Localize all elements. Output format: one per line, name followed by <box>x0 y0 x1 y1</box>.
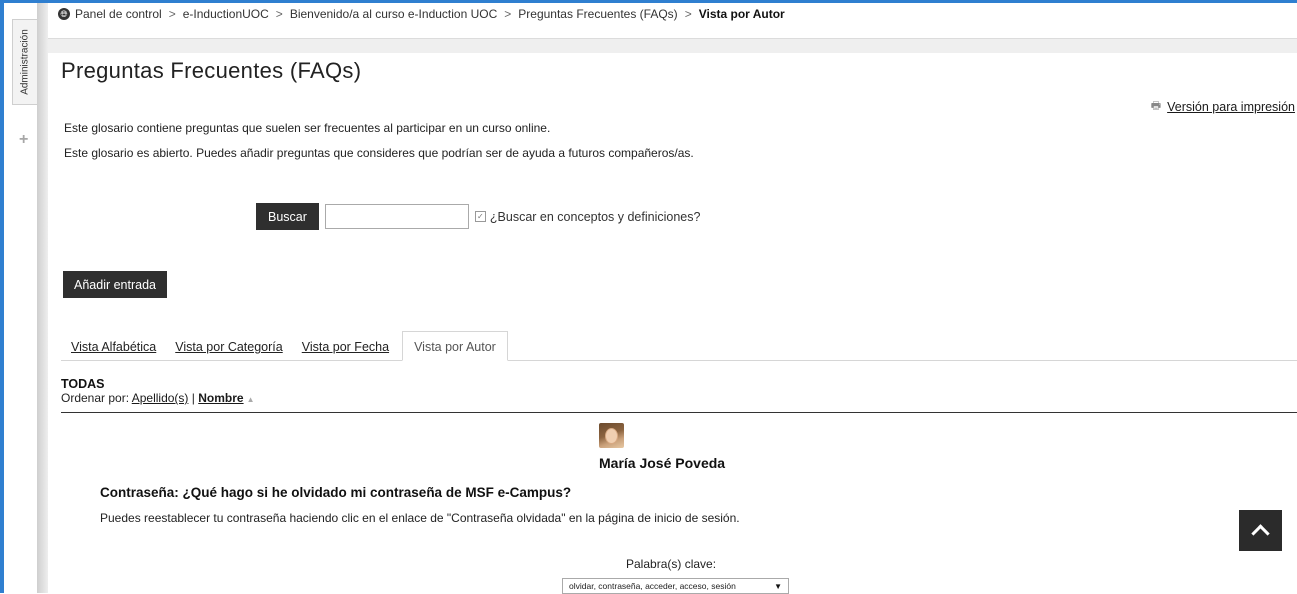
glossary-view-tabs: Vista Alfabética Vista por Categoría Vis… <box>61 328 1297 361</box>
breadcrumb-item-course[interactable]: e-InductionUOC <box>183 7 269 21</box>
keywords-dropdown[interactable]: olvidar, contraseña, acceder, acceso, se… <box>562 578 789 594</box>
sort-separator: | <box>191 391 195 405</box>
breadcrumb-item-faqs[interactable]: Preguntas Frecuentes (FAQs) <box>518 7 677 21</box>
glossary-description: Este glosario contiene preguntas que sue… <box>64 121 551 135</box>
printer-icon: 🖶 <box>1150 100 1162 112</box>
sort-by-surname-link[interactable]: Apellido(s) <box>132 391 189 405</box>
admin-side-strip: Administración + <box>4 3 38 593</box>
administration-tab[interactable]: Administración <box>12 19 38 105</box>
entry-definition: Puedes reestablecer tu contraseña hacien… <box>100 511 740 525</box>
breadcrumb-separator: > <box>275 7 283 21</box>
header-band <box>48 38 1297 53</box>
search-full-text-option[interactable]: ✓ ¿Buscar en conceptos y definiciones? <box>474 209 701 224</box>
author-avatar <box>599 423 624 448</box>
administration-tab-label: Administración <box>19 29 31 95</box>
side-shadow-divider <box>37 3 48 593</box>
sort-ascending-icon: ▲ <box>246 395 255 404</box>
tab-alphabetical[interactable]: Vista Alfabética <box>61 340 165 360</box>
entry-concept: Contraseña: ¿Qué hago si he olvidado mi … <box>100 485 572 500</box>
keywords-selected-value: olvidar, contraseña, acceder, acceso, se… <box>569 581 736 591</box>
breadcrumb-separator: > <box>684 7 692 21</box>
add-entry-button[interactable]: Añadir entrada <box>63 271 168 298</box>
dropdown-arrow-icon: ▼ <box>774 581 782 591</box>
chevron-up-icon <box>1251 524 1270 543</box>
globe-icon: 🌐︎ <box>58 8 70 20</box>
breadcrumb-item-welcome[interactable]: Bienvenido/a al curso e-Induction UOC <box>290 7 497 21</box>
search-full-text-label: ¿Buscar en conceptos y definiciones? <box>489 209 701 224</box>
avatar-face-shape <box>605 428 618 444</box>
tab-by-date[interactable]: Vista por Fecha <box>292 340 398 360</box>
tab-by-author[interactable]: Vista por Autor <box>402 331 508 361</box>
author-filter-all[interactable]: TODAS <box>61 377 105 391</box>
breadcrumb-separator: > <box>504 7 512 21</box>
search-button[interactable]: Buscar <box>256 203 319 230</box>
glossary-open-note: Este glosario es abierto. Puedes añadir … <box>64 146 694 160</box>
print-version-link[interactable]: Versión para impresión <box>1167 100 1295 114</box>
sort-by-name-link[interactable]: Nombre <box>198 391 243 405</box>
sort-controls: Ordenar por: Apellido(s) | Nombre ▲ <box>61 391 255 405</box>
sort-prefix: Ordenar por: <box>61 391 130 405</box>
breadcrumb-separator: > <box>168 7 176 21</box>
search-full-text-checkbox[interactable]: ✓ <box>474 211 486 222</box>
breadcrumb-current: Vista por Autor <box>698 7 785 21</box>
listing-divider <box>61 412 1297 413</box>
page-title: Preguntas Frecuentes (FAQs) <box>61 58 362 83</box>
breadcrumb: 🌐︎ Panel de control > e-InductionUOC > B… <box>58 3 1297 25</box>
search-form: Buscar ✓ ¿Buscar en conceptos y definici… <box>256 203 700 230</box>
breadcrumb-item-dashboard[interactable]: Panel de control <box>75 7 162 21</box>
scroll-to-top-button[interactable] <box>1239 510 1282 551</box>
add-block-icon[interactable]: + <box>19 131 28 149</box>
print-version-link-wrapper: 🖶 Versión para impresión <box>1151 97 1295 116</box>
author-name: María José Poveda <box>599 455 726 471</box>
keywords-label: Palabra(s) clave: <box>626 557 717 571</box>
tab-by-category[interactable]: Vista por Categoría <box>165 340 291 360</box>
search-input[interactable] <box>324 204 469 229</box>
